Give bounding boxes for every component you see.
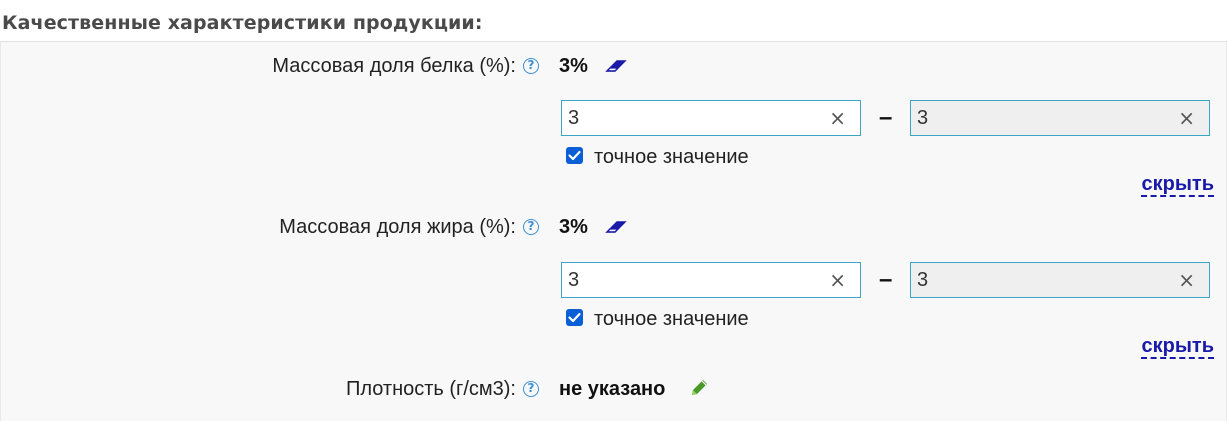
eraser-icon[interactable] — [604, 56, 628, 76]
protein-hide-link[interactable]: скрыть — [1141, 174, 1214, 197]
range-dash: – — [879, 104, 893, 131]
density-value: не указано — [559, 378, 666, 400]
protein-min-value: 3 — [568, 107, 580, 129]
fat-min-value: 3 — [568, 269, 580, 291]
fat-label: Массовая доля жира (%): — [279, 216, 516, 238]
protein-value: 3% — [559, 55, 588, 77]
fat-hide-link[interactable]: скрыть — [1141, 336, 1214, 359]
fat-max-input[interactable]: 3 × — [910, 262, 1210, 298]
fat-exact-label[interactable]: точное значение — [594, 308, 749, 331]
fat-max-value: 3 — [917, 269, 929, 291]
fat-value: 3% — [559, 216, 588, 238]
protein-label: Массовая доля белка (%): — [272, 55, 516, 77]
density-label: Плотность (г/см3): — [345, 378, 516, 400]
section-title: Качественные характеристики продукции: — [2, 12, 483, 34]
protein-exact-checkbox[interactable] — [566, 147, 583, 164]
clear-x-icon[interactable]: × — [1178, 101, 1195, 135]
pencil-icon[interactable] — [688, 378, 712, 398]
question-circle-icon[interactable]: ? — [523, 58, 539, 74]
question-circle-icon[interactable]: ? — [523, 381, 539, 397]
protein-min-input[interactable]: 3 × — [561, 100, 861, 136]
eraser-icon[interactable] — [604, 217, 628, 237]
protein-max-input[interactable]: 3 × — [910, 100, 1210, 136]
clear-x-icon[interactable]: × — [829, 263, 846, 297]
checkmark-icon — [568, 150, 581, 161]
protein-exact-label[interactable]: точное значение — [594, 146, 749, 169]
clear-x-icon[interactable]: × — [829, 101, 846, 135]
range-dash: – — [879, 266, 893, 293]
question-circle-icon[interactable]: ? — [523, 219, 539, 235]
checkmark-icon — [568, 312, 581, 323]
fat-min-input[interactable]: 3 × — [561, 262, 861, 298]
clear-x-icon[interactable]: × — [1178, 263, 1195, 297]
fat-exact-checkbox[interactable] — [566, 309, 583, 326]
protein-max-value: 3 — [917, 107, 929, 129]
